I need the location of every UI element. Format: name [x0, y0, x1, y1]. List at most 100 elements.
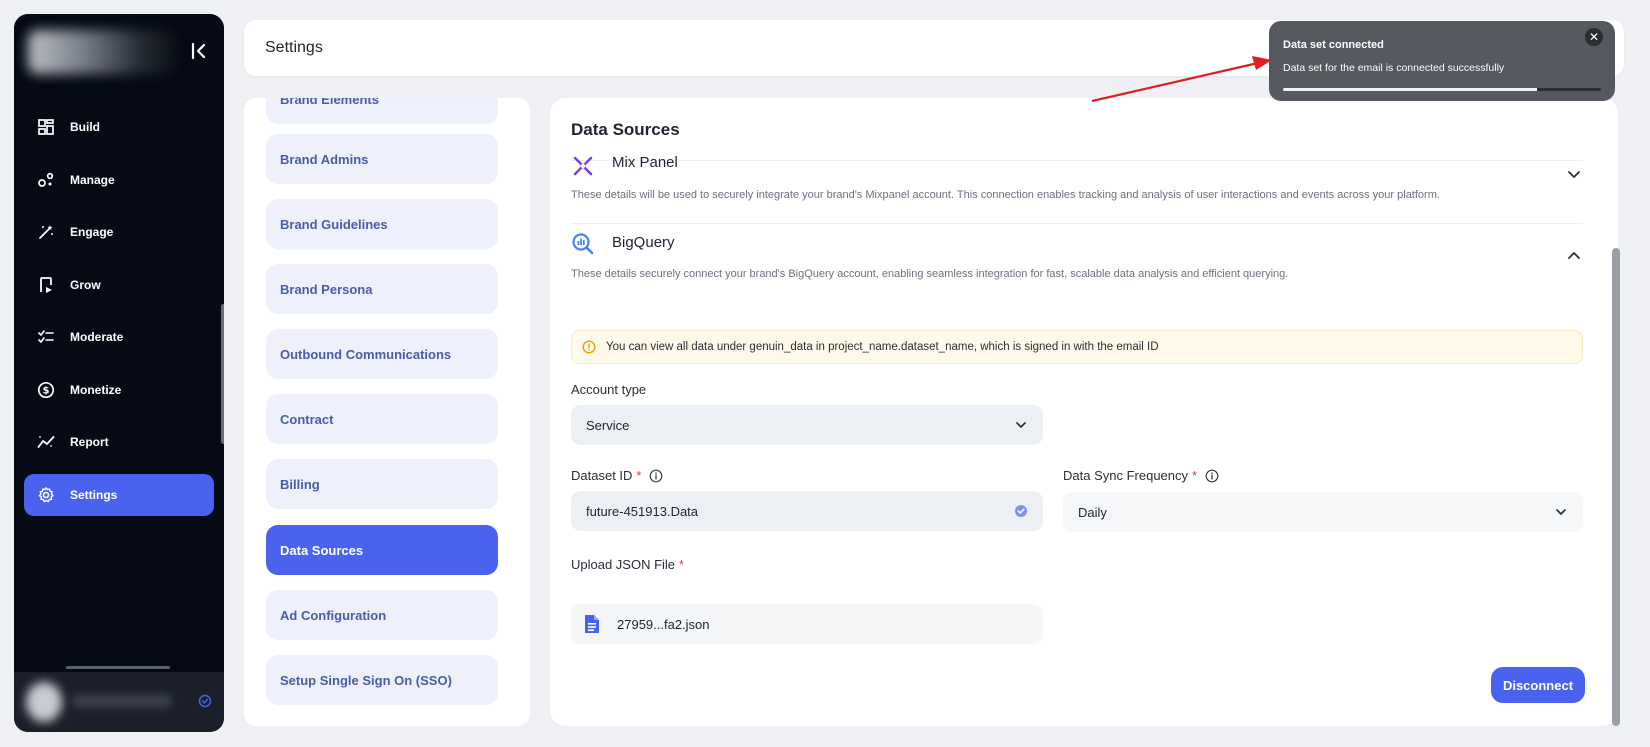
- verified-icon: [198, 694, 212, 708]
- nav-item-settings[interactable]: Settings: [24, 473, 214, 516]
- toast-notification: Data set connected Data set for the emai…: [1269, 21, 1615, 101]
- uploaded-file[interactable]: 27959...fa2.json: [571, 604, 1043, 644]
- data-sources-panel: Data Sources Mix Panel These details wil…: [550, 98, 1618, 726]
- disconnect-button[interactable]: Disconnect: [1491, 667, 1585, 703]
- monetize-icon: $: [36, 380, 56, 400]
- settings-menu-label: Ad Configuration: [280, 607, 387, 623]
- nav-item-manage[interactable]: Manage: [24, 159, 214, 201]
- selected-value: Daily: [1078, 504, 1107, 520]
- selected-value: Service: [586, 417, 630, 433]
- nav-label: Moderate: [70, 330, 124, 344]
- upload-json-label: Upload JSON File *: [571, 557, 685, 572]
- integration-name: Mix Panel: [612, 154, 678, 171]
- label-text: Account type: [571, 382, 647, 397]
- svg-text:$: $: [43, 385, 50, 396]
- chevron-down-icon: [1013, 417, 1029, 433]
- settings-menu-label: Brand Guidelines: [280, 216, 388, 232]
- settings-menu: Brand Elements Brand Admins Brand Guidel…: [244, 98, 530, 726]
- nav-label: Engage: [70, 225, 114, 239]
- main-sidebar: Build Manage Engage Grow Moderate $ Mone…: [14, 14, 224, 732]
- sync-frequency-label: Data Sync Frequency *: [1063, 468, 1219, 483]
- bigquery-icon: [572, 233, 594, 255]
- integration-description: These details securely connect your bran…: [571, 268, 1289, 280]
- collapse-bigquery-chevron-up-icon[interactable]: [1564, 246, 1584, 266]
- nav-label: Monetize: [70, 382, 122, 397]
- dataset-id-field[interactable]: future-451913.Data: [571, 491, 1043, 531]
- integration-description: These details will be used to securely i…: [571, 189, 1440, 201]
- settings-menu-item-brand-elements[interactable]: Brand Elements: [266, 98, 498, 124]
- label-text: Data Sync Frequency: [1063, 468, 1189, 483]
- warning-info-icon: [582, 340, 596, 354]
- notice-text: You can view all data under genuin_data …: [606, 341, 1159, 353]
- settings-menu-item-data-sources[interactable]: Data Sources: [266, 525, 498, 575]
- nav-item-monetize[interactable]: $ Monetize: [24, 369, 214, 411]
- expand-mixpanel-chevron-down-icon[interactable]: [1564, 164, 1584, 184]
- user-profile[interactable]: [14, 672, 224, 732]
- main-nav: Build Manage Engage Grow Moderate $ Mone…: [24, 106, 214, 526]
- sidebar-scrollbar[interactable]: [221, 304, 224, 444]
- report-icon: [36, 432, 56, 452]
- settings-menu-label: Billing: [280, 476, 320, 492]
- settings-menu-label: Brand Admins: [280, 151, 369, 167]
- settings-menu-label: Contract: [280, 411, 334, 427]
- info-icon[interactable]: [649, 469, 663, 483]
- collapse-sidebar-icon[interactable]: [188, 40, 210, 62]
- page-title: Settings: [265, 39, 323, 56]
- settings-menu-label: Data Sources: [280, 542, 364, 558]
- settings-menu-item-contract[interactable]: Contract: [266, 394, 498, 444]
- settings-icon: [36, 485, 56, 505]
- settings-menu-item-brand-persona[interactable]: Brand Persona: [266, 264, 498, 314]
- divider: [571, 223, 1583, 224]
- sync-frequency-select[interactable]: Daily: [1063, 492, 1583, 532]
- nav-item-report[interactable]: Report: [24, 421, 214, 463]
- avatar: [26, 682, 62, 722]
- info-notice: You can view all data under genuin_data …: [571, 330, 1583, 364]
- file-name: 27959...fa2.json: [617, 616, 710, 632]
- nav-label: Report: [70, 435, 109, 449]
- nav-item-moderate[interactable]: Moderate: [24, 316, 214, 358]
- dataset-id-label: Dataset ID *: [571, 468, 663, 483]
- label-text: Dataset ID: [571, 468, 633, 483]
- nav-label: Settings: [70, 487, 118, 502]
- settings-menu-label: Brand Persona: [280, 281, 373, 297]
- toast-progress: [1283, 88, 1601, 91]
- mixpanel-icon: [573, 156, 593, 176]
- settings-menu-label: Setup Single Sign On (SSO): [280, 672, 452, 688]
- brand-logo: [28, 30, 178, 74]
- resize-handle[interactable]: [66, 666, 170, 669]
- field-value: future-451913.Data: [586, 503, 699, 519]
- chevron-down-icon: [1553, 504, 1569, 520]
- settings-menu-label: Brand Elements: [280, 98, 379, 107]
- settings-menu-label: Outbound Communications: [280, 346, 452, 362]
- verified-check-icon: [1013, 503, 1029, 519]
- nav-item-build[interactable]: Build: [24, 106, 214, 148]
- nav-label: Build: [70, 120, 100, 134]
- account-type-label: Account type: [571, 382, 646, 397]
- build-icon: [36, 117, 56, 137]
- account-type-select[interactable]: Service: [571, 405, 1043, 445]
- settings-menu-item-billing[interactable]: Billing: [266, 459, 498, 509]
- settings-menu-item-sso[interactable]: Setup Single Sign On (SSO): [266, 655, 498, 705]
- nav-label: Grow: [70, 277, 101, 292]
- content-scrollbar[interactable]: [1612, 248, 1620, 726]
- toast-message: Data set for the email is connected succ…: [1283, 62, 1505, 74]
- moderate-icon: [36, 327, 56, 347]
- integration-name: BigQuery: [612, 234, 675, 251]
- document-icon: [585, 615, 599, 633]
- close-icon[interactable]: ✕: [1585, 28, 1603, 46]
- user-name: [72, 694, 172, 708]
- toast-progress-fill: [1283, 88, 1538, 91]
- toast-title: Data set connected: [1283, 39, 1384, 51]
- settings-menu-item-brand-admins[interactable]: Brand Admins: [266, 134, 498, 184]
- nav-item-engage[interactable]: Engage: [24, 211, 214, 253]
- settings-menu-item-brand-guidelines[interactable]: Brand Guidelines: [266, 199, 498, 249]
- nav-item-grow[interactable]: Grow: [24, 264, 214, 306]
- settings-menu-item-outbound-communications[interactable]: Outbound Communications: [266, 329, 498, 379]
- engage-icon: [36, 222, 56, 242]
- nav-label: Manage: [70, 172, 115, 187]
- manage-icon: [36, 170, 56, 190]
- settings-menu-item-ad-configuration[interactable]: Ad Configuration: [266, 590, 498, 640]
- grow-icon: [36, 275, 56, 295]
- info-icon[interactable]: [1205, 469, 1219, 483]
- divider: [571, 160, 1583, 161]
